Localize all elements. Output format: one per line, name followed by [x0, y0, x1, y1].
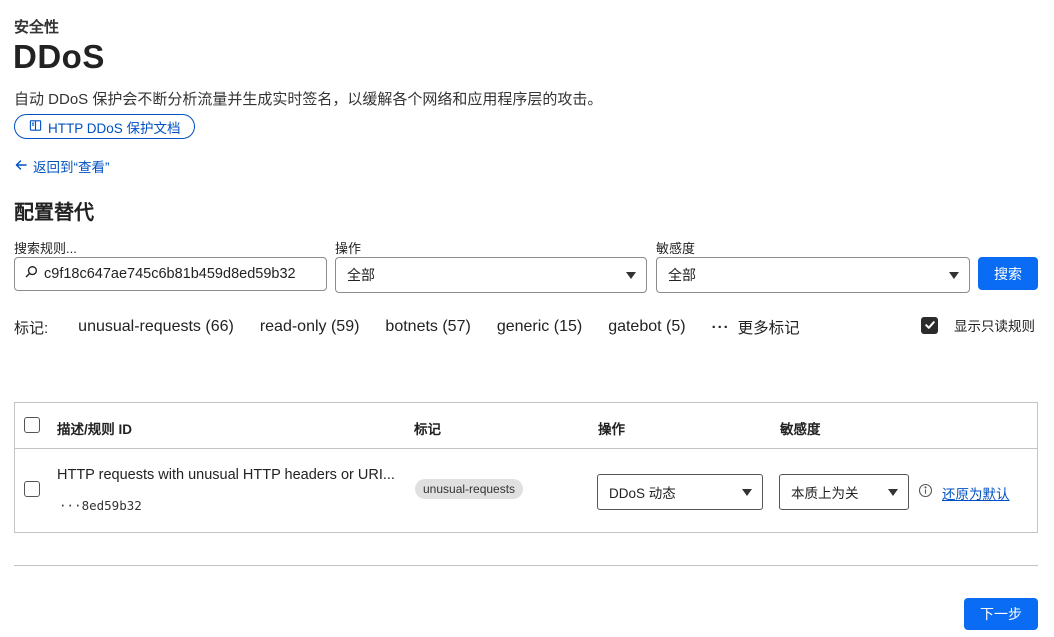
rules-table: 描述/规则 ID 标记 操作 敏感度 HTTP requests with un…	[14, 402, 1038, 533]
docs-link-button[interactable]: HTTP DDoS 保护文档	[14, 114, 195, 139]
checkbox-checked-icon[interactable]	[921, 316, 938, 334]
back-link-label: 返回到“查看”	[33, 160, 110, 175]
tag-filter-read-only[interactable]: read-only (59)	[260, 318, 360, 336]
action-filter-value: 全部	[347, 267, 375, 283]
more-tags-label: 更多标记	[737, 320, 800, 337]
page-title: DDoS	[13, 38, 105, 75]
info-icon[interactable]	[918, 483, 933, 498]
column-header-description: 描述/规则 ID	[57, 422, 133, 437]
docs-link-label: HTTP DDoS 保护文档	[48, 120, 181, 136]
more-dots-icon: ···	[711, 318, 730, 336]
rule-sensitivity-value: 本质上为关	[791, 486, 859, 501]
column-header-action: 操作	[598, 422, 625, 437]
chevron-down-icon	[626, 272, 636, 279]
rule-sensitivity-select[interactable]: 本质上为关	[779, 474, 909, 510]
show-readonly-label: 显示只读规则	[954, 319, 1035, 334]
tag-filter-gatebot[interactable]: gatebot (5)	[608, 318, 685, 336]
show-readonly-toggle[interactable]: 显示只读规则	[921, 315, 1035, 335]
section-title: 配置替代	[14, 202, 94, 224]
restore-default-link[interactable]: 还原为默认	[942, 483, 1010, 503]
footer-divider	[14, 565, 1038, 566]
table-header: 描述/规则 ID 标记 操作 敏感度	[15, 403, 1037, 449]
tags-label: 标记:	[14, 319, 49, 337]
action-filter-select[interactable]: 全部	[335, 257, 647, 293]
sensitivity-filter-value: 全部	[668, 267, 696, 283]
arrow-left-icon	[14, 158, 28, 175]
section-eyebrow: 安全性	[14, 19, 60, 36]
rule-description: HTTP requests with unusual HTTP headers …	[57, 467, 395, 483]
select-all-checkbox[interactable]	[24, 417, 40, 433]
sensitivity-filter-label: 敏感度	[656, 241, 696, 256]
column-header-sensitivity: 敏感度	[780, 422, 821, 437]
book-icon	[29, 119, 42, 135]
search-label: 搜索规则...	[14, 241, 77, 256]
back-link[interactable]: 返回到“查看”	[14, 156, 110, 176]
tag-filter-unusual-requests[interactable]: unusual-requests (66)	[78, 318, 234, 336]
more-tags-button[interactable]: ··· 更多标记	[712, 316, 800, 338]
action-filter-label: 操作	[335, 241, 362, 256]
page-description: 自动 DDoS 保护会不断分析流量并生成实时签名，以缓解各个网络和应用程序层的攻…	[14, 91, 603, 108]
row-checkbox[interactable]	[24, 481, 40, 497]
sensitivity-filter-select[interactable]: 全部	[656, 257, 970, 293]
next-button[interactable]: 下一步	[964, 598, 1038, 630]
rule-tag-badge: unusual-requests	[415, 479, 524, 499]
search-button[interactable]: 搜索	[978, 257, 1038, 290]
rule-id: ···8ed59b32	[59, 498, 142, 513]
tag-filter-botnets[interactable]: botnets (57)	[385, 318, 470, 336]
chevron-down-icon	[949, 272, 959, 279]
search-input[interactable]	[44, 266, 324, 282]
chevron-down-icon	[742, 489, 752, 496]
chevron-down-icon	[888, 489, 898, 496]
tag-filter-row: 标记: unusual-requests (66) read-only (59)…	[14, 316, 800, 338]
search-icon	[25, 265, 38, 283]
rule-action-select[interactable]: DDoS 动态	[597, 474, 763, 510]
rule-action-value: DDoS 动态	[609, 486, 676, 501]
tag-filter-generic[interactable]: generic (15)	[497, 318, 582, 336]
search-field[interactable]	[14, 257, 327, 291]
column-header-tags: 标记	[414, 422, 441, 437]
